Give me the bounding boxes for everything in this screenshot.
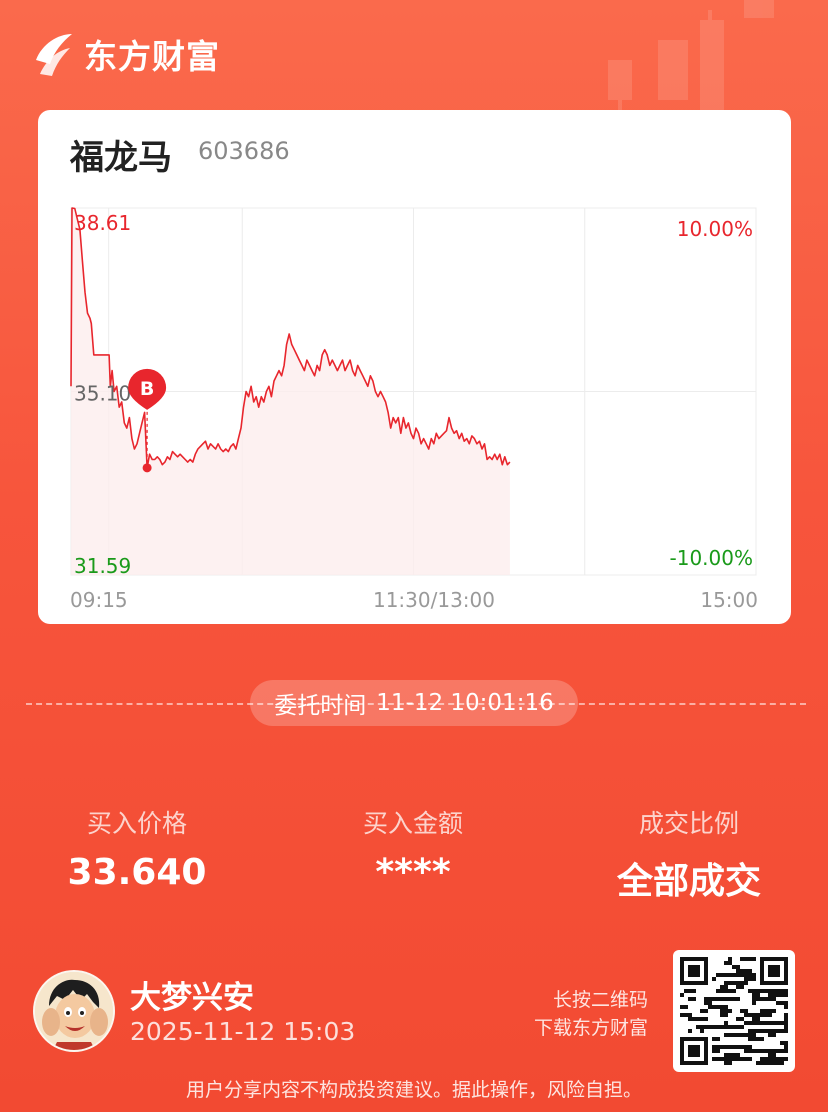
brand-name: 东方财富 [84,37,220,76]
stat-buy-amount: 买入金额 **** [283,804,543,893]
qr-hint-line2: 下载东方财富 [533,1017,648,1039]
share-datetime: 2025-11-12 15:03 [130,1017,356,1046]
avatar-image [35,972,113,1050]
x-label-mid: 11:30/13:00 [373,588,495,612]
y-label-high: 38.61 [74,211,131,235]
disclaimer: 用户分享内容不构成投资建议。据此操作，风险自担。 [185,1079,642,1101]
qr-hint: 长按二维码 下载东方财富 [534,986,648,1042]
stat-value: **** [375,852,451,893]
brand-logo-icon [36,34,72,76]
stat-label: 成交比例 [638,809,739,838]
qr-hint-line1: 长按二维码 [552,989,648,1011]
stat-value: 全部成交 [616,861,761,902]
avatar[interactable] [33,970,115,1052]
download-qr-code[interactable] [673,950,795,1072]
candlestick-decoration [608,0,774,120]
qr-code-icon [680,957,788,1065]
order-time-label: 委托时间 [274,693,367,719]
x-label-start: 09:15 [70,588,128,612]
x-label-end: 15:00 [700,588,758,612]
buy-marker-point [142,463,152,473]
stock-code: 603686 [198,137,290,165]
y-label-low: 31.59 [74,554,131,578]
stat-label: 买入价格 [86,809,187,838]
stat-buy-price: 买入价格 33.640 [7,804,267,893]
y-label-mid: 35.10 [74,382,131,406]
stat-label: 买入金额 [362,809,463,838]
stock-chart-card: 38.61 35.10 31.59 10.00% -10.00% 09:15 11:30/1… [38,110,791,624]
stat-value: 33.640 [67,852,207,893]
order-time-value: 11-12 10:01:16 [376,690,554,716]
brand-header: 东方财富 [32,30,220,78]
order-time-pill: 委托时间 11-12 10:01:16 [250,680,578,726]
stat-fill-ratio: 成交比例 全部成交 [559,804,819,904]
username: 大梦兴安 [130,980,254,1016]
intraday-chart: 38.61 35.10 31.59 10.00% -10.00% 09:15 11:30/1… [70,207,758,612]
stock-name: 福龙马 [70,138,172,178]
pct-label-low: -10.00% [670,546,753,570]
pct-label-high: 10.00% [677,217,753,241]
buy-marker-label: B [140,378,154,400]
